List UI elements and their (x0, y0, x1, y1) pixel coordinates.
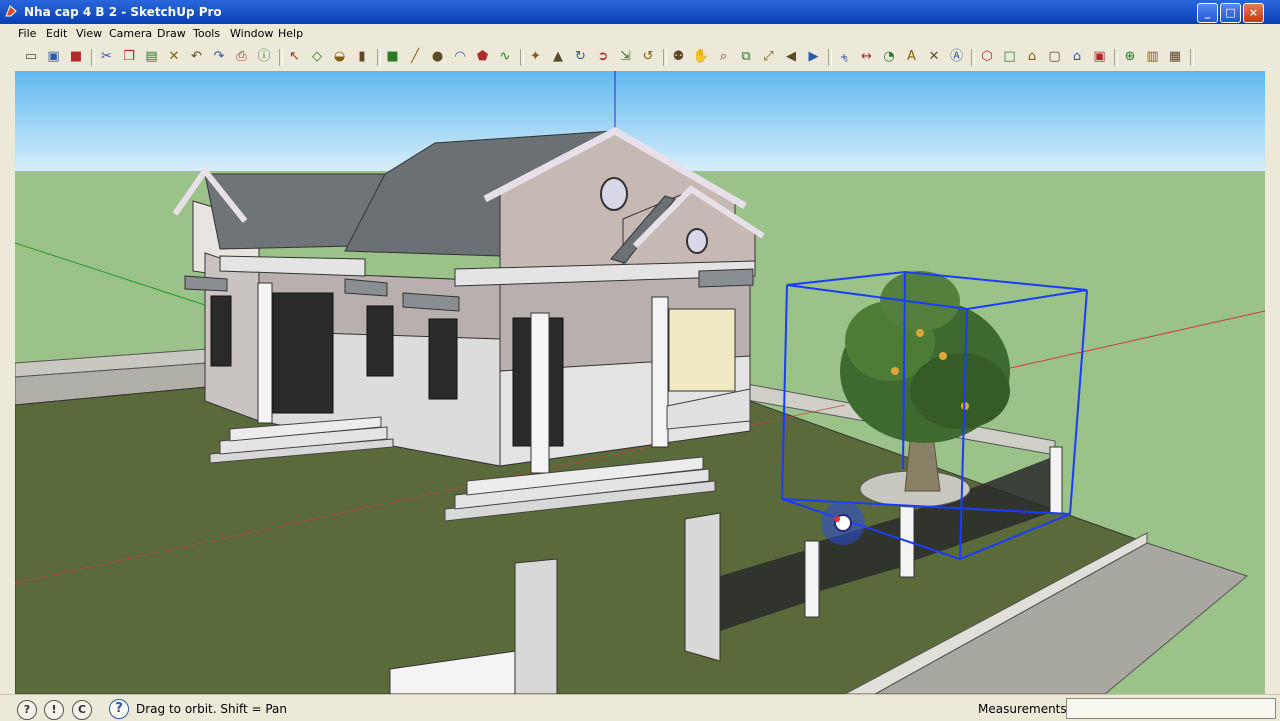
help-icon[interactable]: ? (109, 699, 129, 719)
freehand-icon[interactable]: ∿ (496, 48, 514, 66)
rotate-icon[interactable]: ↻ (572, 48, 590, 66)
menu-view[interactable]: View (76, 27, 102, 40)
back-view-icon[interactable]: ⌂ (1068, 48, 1086, 66)
3d-text-icon[interactable]: Ⓐ (948, 48, 966, 66)
line-icon[interactable]: ╱ (406, 48, 424, 66)
follow-me-icon[interactable]: ➲ (594, 48, 612, 66)
orbit-icon[interactable]: ⚉ (670, 48, 688, 66)
menu-draw[interactable]: Draw (157, 27, 186, 40)
eraser-icon[interactable]: ▮ (353, 48, 371, 66)
push-pull-icon[interactable]: ▲ (549, 48, 567, 66)
tape-measure-icon[interactable]: ⨧ (835, 48, 853, 66)
user-icon[interactable]: C (72, 700, 92, 720)
top-view-icon[interactable]: □ (1001, 48, 1019, 66)
arc-icon[interactable]: ◠ (451, 48, 469, 66)
menu-bar: File Edit View Camera Draw Tools Window … (0, 24, 1280, 44)
make-component-icon[interactable]: ◇ (308, 48, 326, 66)
protractor-icon[interactable]: ◔ (880, 48, 898, 66)
rectangle-icon[interactable]: ■ (384, 48, 402, 66)
toolbar-separator (376, 49, 381, 66)
zoom-icon[interactable]: ⌕ (715, 48, 733, 66)
viewport-right-border (1265, 71, 1280, 694)
right-view-icon[interactable]: ▢ (1046, 48, 1064, 66)
offset-icon[interactable]: ↺ (639, 48, 657, 66)
menu-help[interactable]: Help (278, 27, 303, 40)
toolbar-separator (828, 49, 832, 66)
move-icon[interactable]: ✦ (527, 48, 545, 66)
new-icon[interactable]: ▭ (22, 48, 40, 66)
zoom-window-icon[interactable]: ⧉ (737, 48, 755, 66)
paste-icon[interactable]: ▤ (143, 48, 161, 66)
toolbar-separator (1189, 49, 1194, 66)
cut-icon[interactable]: ✂ (98, 48, 116, 66)
next-view-icon[interactable]: ▶ (805, 48, 823, 66)
toolbar-separator (90, 49, 95, 66)
menu-tools[interactable]: Tools (193, 27, 220, 40)
toolbar-separator (1114, 49, 1118, 66)
scale-icon[interactable]: ⇲ (617, 48, 635, 66)
front-view-icon[interactable]: ⌂ (1023, 48, 1041, 66)
window-title: Nha cap 4 B 2 - SketchUp Pro (24, 5, 222, 19)
zoom-extents-icon[interactable]: ⤢ (760, 48, 778, 66)
menu-window[interactable]: Window (230, 27, 273, 40)
toolbar-separator (662, 49, 667, 66)
left-view-icon[interactable]: ▣ (1091, 48, 1109, 66)
viewport-left-border (0, 71, 15, 694)
iso-view-icon[interactable]: ⬡ (978, 48, 996, 66)
open-icon[interactable]: ▣ (45, 48, 63, 66)
status-hint-text: Drag to orbit. Shift = Pan (136, 702, 287, 716)
menu-edit[interactable]: Edit (46, 27, 67, 40)
measurements-input[interactable] (1066, 698, 1276, 719)
menu-camera[interactable]: Camera (109, 27, 152, 40)
toolbar-separator (971, 49, 975, 66)
credits-icon[interactable]: ! (44, 700, 64, 720)
orbit-cursor-icon (821, 501, 865, 545)
title-bar: Nha cap 4 B 2 - SketchUp Pro _ □ × (0, 0, 1280, 24)
undo-icon[interactable]: ↶ (188, 48, 206, 66)
menu-file[interactable]: File (18, 27, 36, 40)
copy-icon[interactable]: ❐ (120, 48, 138, 66)
sketchup-app-icon (5, 5, 17, 17)
print-icon[interactable]: ⎙ (233, 48, 251, 66)
dimension-icon[interactable]: ↔ (858, 48, 876, 66)
pan-icon[interactable]: ✋ (692, 48, 710, 66)
polygon-icon[interactable]: ⬟ (474, 48, 492, 66)
main-toolbar: ▭ ▣ ■ ✂ ❐ ▤ ✕ ↶ ↷ ⎙ ⓘ ↖ ◇ ◒ ▮ ■ ╱ ● ◠ ⬟ ∿ ✦ ▲ ↻ ➲ ⇲ ↺ ⚉ ✋ ⌕ ⧉ ⤢ ◀ ▶ ⨧ ↔ ◔ A ✕ Ⓐ… (0, 44, 1280, 72)
axes-icon[interactable]: ✕ (925, 48, 943, 66)
status-bar: ? ! C ? Drag to orbit. Shift = Pan Measu… (0, 694, 1280, 721)
model-info-icon[interactable]: ⓘ (255, 48, 273, 66)
display-section-icon[interactable]: ▥ (1144, 48, 1162, 66)
minimize-button[interactable]: _ (1197, 3, 1218, 23)
geolocation-icon[interactable]: ? (17, 700, 37, 720)
toolbar-separator (519, 49, 524, 66)
previous-view-icon[interactable]: ◀ (782, 48, 800, 66)
redo-icon[interactable]: ↷ (210, 48, 228, 66)
select-icon[interactable]: ↖ (286, 48, 304, 66)
3d-viewport[interactable] (15, 71, 1265, 694)
paint-bucket-icon[interactable]: ◒ (331, 48, 349, 66)
erase-icon[interactable]: ✕ (165, 48, 183, 66)
text-icon[interactable]: A (903, 48, 921, 66)
toolbar-separator (278, 49, 283, 66)
save-icon[interactable]: ■ (67, 48, 85, 66)
maximize-button[interactable]: □ (1220, 3, 1241, 23)
section-cuts-icon[interactable]: ▦ (1166, 48, 1184, 66)
section-plane-icon[interactable]: ⊕ (1121, 48, 1139, 66)
circle-icon[interactable]: ● (429, 48, 447, 66)
measurements-label: Measurements (978, 702, 1067, 716)
close-button[interactable]: × (1243, 3, 1264, 23)
